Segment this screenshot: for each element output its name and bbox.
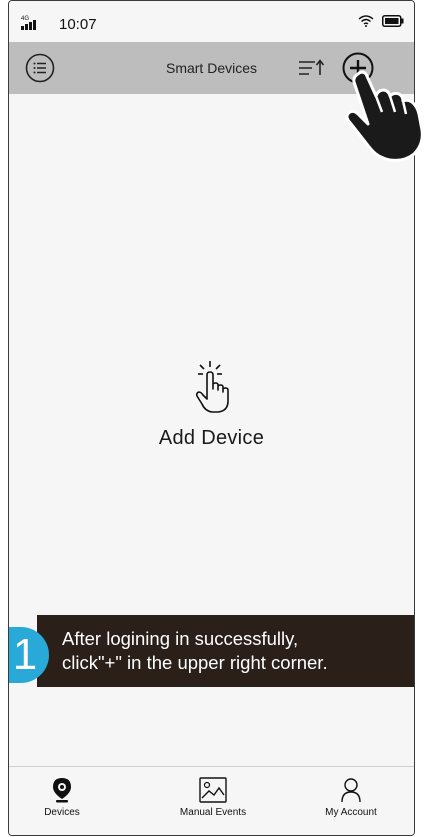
- sort-button[interactable]: [297, 57, 327, 79]
- tab-my-account[interactable]: My Account: [311, 777, 391, 818]
- wifi-icon: [358, 14, 374, 31]
- instruction-line-1: After logining in successfully,: [62, 628, 299, 649]
- person-icon: [341, 778, 361, 803]
- image-icon: [199, 777, 227, 803]
- tab-my-account-label: My Account: [325, 807, 377, 818]
- sort-icon: [299, 59, 325, 75]
- status-time: 10:07: [59, 16, 97, 33]
- tab-manual-events[interactable]: Manual Events: [169, 777, 257, 818]
- pointing-hand-icon: [345, 70, 424, 162]
- tap-hand-icon: [195, 361, 229, 413]
- bottom-tab-bar: Devices Manual Events My Account: [9, 766, 414, 835]
- tab-devices-label: Devices: [44, 807, 80, 818]
- add-device-label: Add Device: [158, 427, 265, 449]
- tab-devices[interactable]: Devices: [29, 777, 95, 818]
- network-type: 4G: [21, 16, 29, 22]
- instruction-callout: After logining in successfully, click"+"…: [9, 615, 414, 687]
- camera-pin-icon: [53, 778, 71, 803]
- add-device-empty-state[interactable]: Add Device: [9, 359, 414, 450]
- signal-indicator: 4G: [21, 14, 41, 34]
- battery-icon: [382, 14, 404, 31]
- instruction-line-2: click"+" in the upper right corner.: [62, 652, 328, 673]
- tab-manual-events-label: Manual Events: [179, 807, 247, 818]
- instruction-box: After logining in successfully, click"+"…: [37, 615, 414, 687]
- status-bar: 4G 10:07: [9, 1, 414, 42]
